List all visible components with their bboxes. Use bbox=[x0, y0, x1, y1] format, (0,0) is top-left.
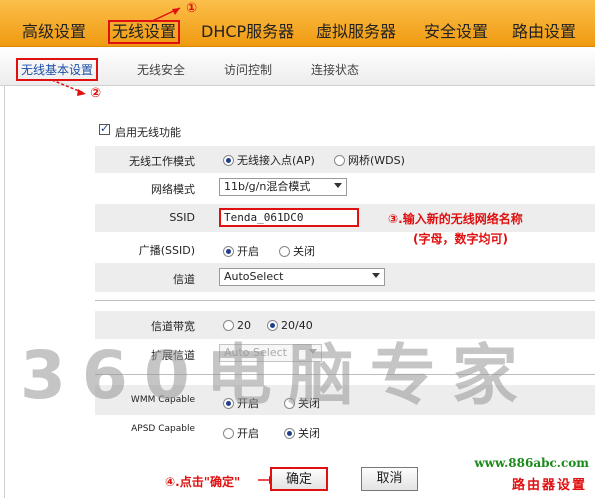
netmode-value: 11b/g/n混合模式 bbox=[224, 180, 311, 193]
mode-ap-option[interactable]: 无线接入点(AP) bbox=[223, 152, 315, 168]
mode-ap-radio[interactable] bbox=[223, 154, 234, 166]
apsd-label: APSD Capable bbox=[131, 424, 195, 434]
channel-select[interactable]: AutoSelect bbox=[219, 268, 385, 286]
chevron-down-icon bbox=[334, 183, 342, 188]
enable-wireless-checkbox[interactable] bbox=[99, 122, 110, 135]
mode-wds-text: 网桥(WDS) bbox=[348, 154, 405, 167]
mode-label: 无线工作模式 bbox=[129, 155, 195, 168]
broadcast-label: 广播(SSID) bbox=[138, 244, 195, 257]
apsd-on-text: 开启 bbox=[237, 427, 259, 440]
mode-wds-radio[interactable] bbox=[334, 154, 345, 166]
mode-ap-text: 无线接入点(AP) bbox=[237, 154, 315, 167]
channel-value: AutoSelect bbox=[224, 270, 284, 283]
broadcast-on-text: 开启 bbox=[237, 245, 259, 258]
marker-2: ② bbox=[90, 86, 102, 101]
site-name: 路由器设置 bbox=[511, 478, 587, 493]
apsd-on-radio[interactable] bbox=[223, 427, 234, 439]
ssid-label: SSID bbox=[169, 211, 195, 224]
apsd-off-option[interactable]: 关闭 bbox=[284, 425, 320, 441]
apsd-on-option[interactable]: 开启 bbox=[223, 425, 259, 441]
watermark-text: 360电脑专家 bbox=[20, 337, 534, 414]
ok-note: ④.点击"确定" bbox=[165, 475, 241, 489]
broadcast-off-text: 关闭 bbox=[293, 245, 315, 258]
ssid-input[interactable]: Tenda_061DC0 bbox=[219, 208, 359, 227]
ok-button[interactable]: 确定 bbox=[270, 467, 328, 491]
channel-label: 信道 bbox=[173, 273, 195, 286]
marker-1: ① bbox=[186, 1, 198, 16]
apsd-off-text: 关闭 bbox=[298, 427, 320, 440]
broadcast-off-radio[interactable] bbox=[279, 245, 290, 257]
section-divider bbox=[95, 300, 595, 301]
apsd-off-radio[interactable] bbox=[284, 427, 295, 439]
netmode-label: 网络模式 bbox=[151, 183, 195, 196]
ssid-note-line2: (字母，数字均可) bbox=[413, 232, 508, 246]
broadcast-on-option[interactable]: 开启 bbox=[223, 243, 259, 259]
broadcast-off-option[interactable]: 关闭 bbox=[279, 243, 315, 259]
ssid-note-line1: ③.输入新的无线网络名称 bbox=[388, 212, 523, 226]
netmode-select[interactable]: 11b/g/n混合模式 bbox=[219, 178, 347, 196]
chevron-down-icon bbox=[372, 273, 380, 278]
cancel-button[interactable]: 取消 bbox=[361, 467, 418, 491]
broadcast-on-radio[interactable] bbox=[223, 245, 234, 257]
mode-wds-option[interactable]: 网桥(WDS) bbox=[334, 152, 405, 168]
site-url: www.886abc.com bbox=[474, 456, 589, 470]
enable-wireless-label: 启用无线功能 bbox=[115, 126, 181, 139]
